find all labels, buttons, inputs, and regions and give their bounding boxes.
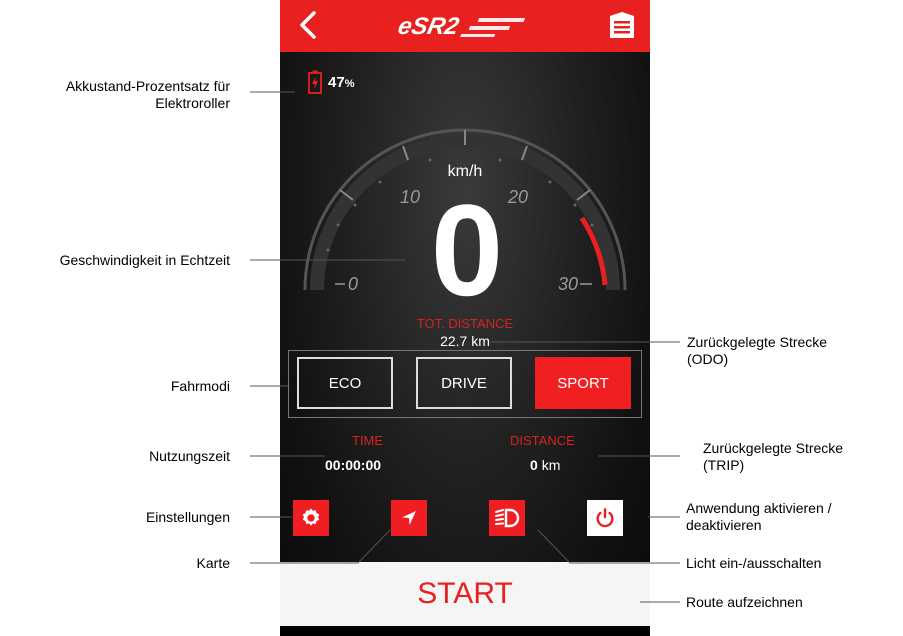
menu-button[interactable] [604, 10, 640, 42]
power-icon [596, 508, 614, 528]
power-button[interactable] [587, 500, 623, 536]
trip-distance-value: 0 km [530, 457, 560, 473]
time-label: TIME [352, 433, 384, 448]
annotation-map: Karte [196, 555, 230, 571]
top-bar: eSR2 [280, 0, 650, 52]
svg-text:eSR2: eSR2 [396, 13, 462, 40]
light-toggle-button[interactable] [489, 500, 525, 536]
total-distance-label: TOT. DISTANCE [416, 316, 514, 331]
brand-logo: eSR2 [396, 13, 526, 40]
menu-list-icon [610, 12, 634, 38]
mode-sport-button[interactable]: SPORT [535, 357, 631, 409]
mode-drive-button[interactable]: DRIVE [416, 357, 512, 409]
gear-icon [302, 508, 320, 526]
app-screen: eSR2 47% 0 10 20 30 km/h 0 TOT. DISTANCE… [280, 0, 650, 636]
trip-distance-number: 0 [530, 457, 538, 473]
navigation-arrow-icon [402, 511, 416, 525]
annotation-modes: Fahrmodi [170, 378, 230, 394]
chevron-left-icon [300, 11, 316, 39]
speed-value: 0 [430, 177, 503, 323]
annotation-speed: Geschwindigkeit in Echtzeit [59, 252, 230, 268]
ride-mode-selector: ECO DRIVE SPORT [288, 350, 642, 418]
total-distance-value: 22.7 km [440, 333, 490, 349]
trip-distance-label: DISTANCE [510, 433, 575, 448]
annotation-battery: Akkustand-Prozentsatz für Elektroroller [65, 78, 230, 111]
battery-indicator: 47% [308, 70, 354, 94]
annotation-settings: Einstellungen [145, 509, 230, 525]
annotation-light: Licht ein-/ausschalten [686, 555, 822, 571]
annotation-odo: Zurückgelegte Strecke (ODO) [687, 334, 828, 367]
bottom-bar [280, 626, 650, 636]
headlight-icon [495, 508, 520, 528]
annotation-record: Route aufzeichnen [686, 594, 803, 610]
annotation-trip: Zurückgelegte Strecke (TRIP) [703, 440, 844, 473]
time-value: 00:00:00 [325, 457, 382, 473]
start-recording-button[interactable]: START [280, 562, 650, 626]
battery-charging-icon [308, 70, 322, 94]
mode-eco-button[interactable]: ECO [297, 357, 393, 409]
settings-button[interactable] [293, 500, 329, 536]
annotation-power: Anwendung aktivieren / deaktivieren [686, 500, 832, 533]
back-button[interactable] [292, 8, 326, 42]
battery-percentage: 47% [328, 73, 355, 91]
annotation-usage-time: Nutzungszeit [149, 448, 230, 464]
trip-distance-unit: km [541, 457, 561, 473]
map-button[interactable] [391, 500, 427, 536]
